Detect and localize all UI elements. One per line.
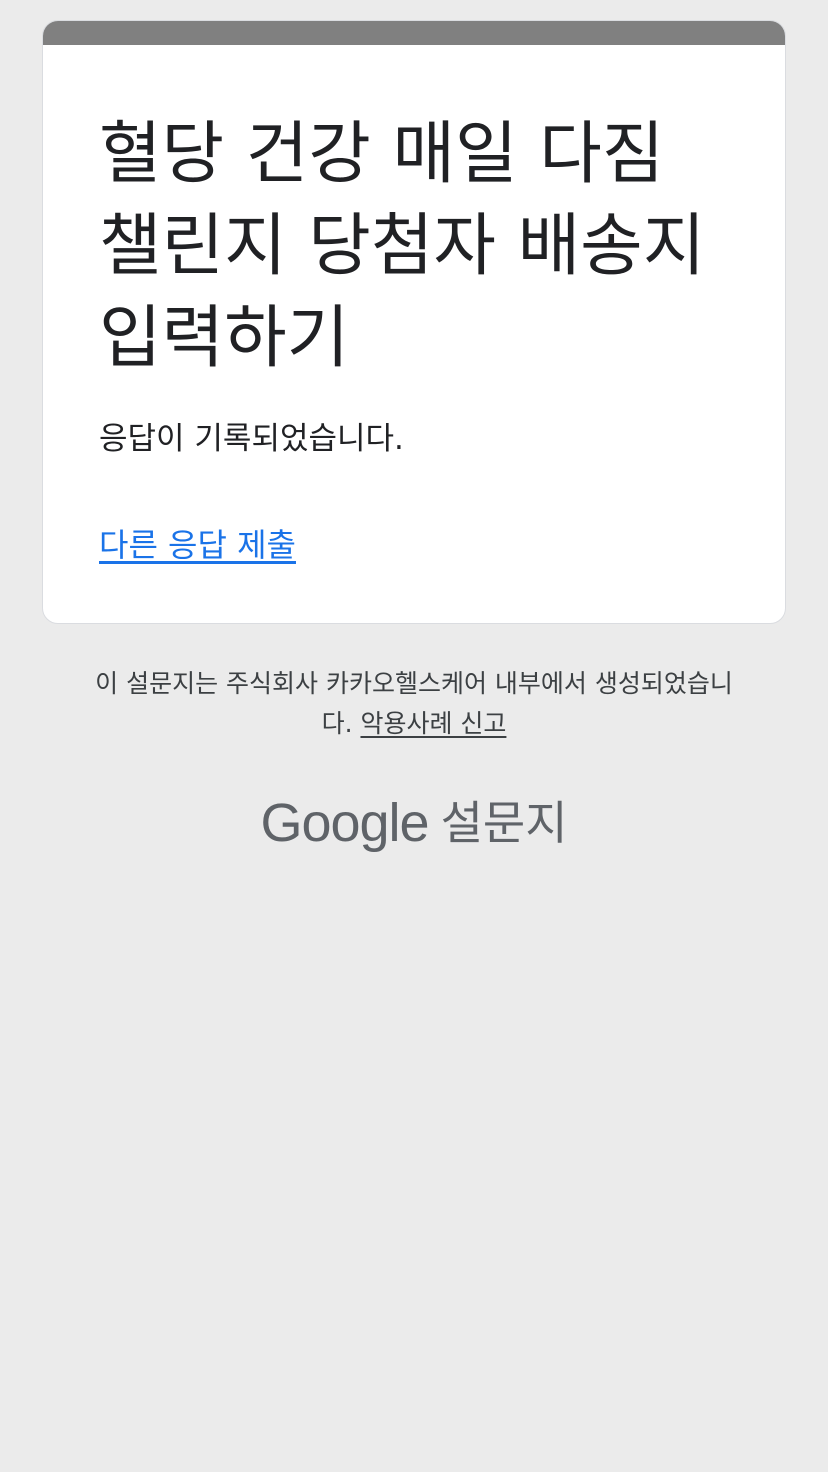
response-card: 혈당 건강 매일 다짐 챌린지 당첨자 배송지 입력하기 응답이 기록되었습니다… <box>42 20 786 624</box>
forms-wordmark: 설문지 <box>440 796 568 850</box>
report-abuse-link[interactable]: 악용사례 신고 <box>360 709 506 738</box>
footer-disclaimer: 이 설문지는 주식회사 카카오헬스케어 내부에서 생성되었습니다. 악용사례 신… <box>80 664 748 744</box>
google-wordmark: Google <box>260 793 429 853</box>
form-title: 혈당 건강 매일 다짐 챌린지 당첨자 배송지 입력하기 <box>99 115 706 378</box>
confirmation-message: 응답이 기록되었습니다. <box>99 421 404 457</box>
google-forms-logo[interactable]: Google 설문지 <box>0 790 828 856</box>
submit-another-response-link[interactable]: 다른 응답 제출 <box>99 523 296 567</box>
card-theme-bar <box>43 21 785 45</box>
